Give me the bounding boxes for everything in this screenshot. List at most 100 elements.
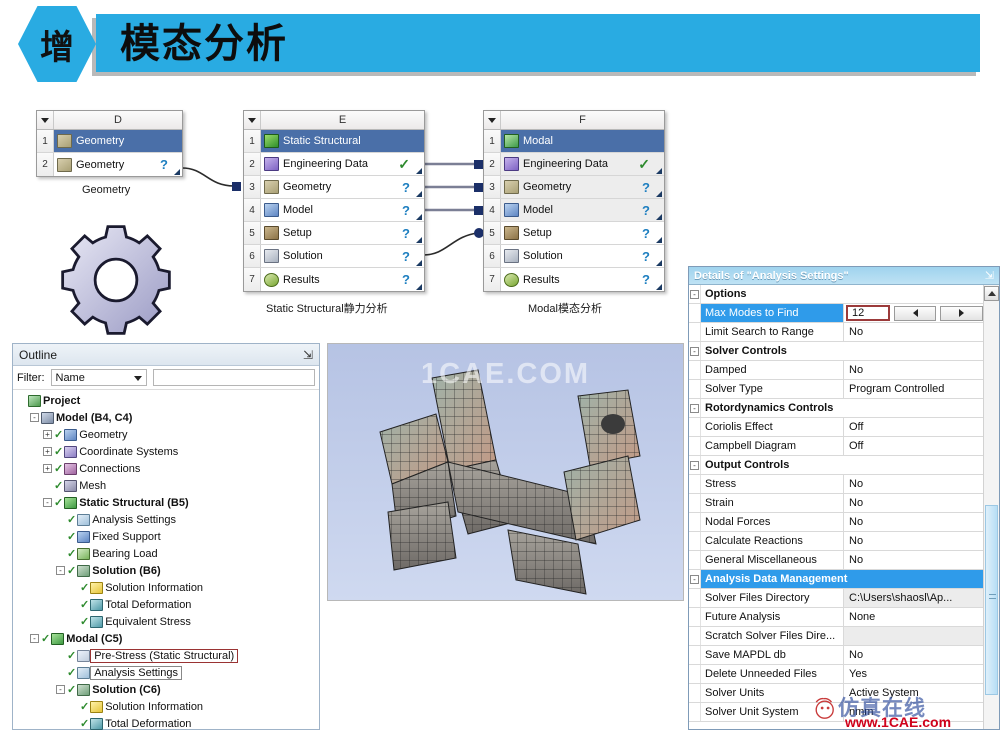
spinner-prev-button[interactable]: [893, 305, 937, 321]
tree-expander[interactable]: -: [30, 634, 39, 643]
scroll-up-button[interactable]: [984, 286, 999, 301]
details-value[interactable]: No: [844, 532, 983, 550]
system-F-menu-caret[interactable]: [484, 111, 501, 129]
tree-item-solution-information[interactable]: ✓ Solution Information: [15, 579, 319, 596]
details-scrollbar[interactable]: [983, 285, 999, 729]
tree-item-equivalent-stress[interactable]: ✓ Equivalent Stress: [15, 613, 319, 630]
details-row-max-modes-to-find[interactable]: Max Modes to Find 12: [689, 304, 983, 323]
details-row-options[interactable]: - Options: [689, 285, 983, 304]
system-E-row-4[interactable]: 4 Model ?: [244, 199, 424, 222]
tree-expander[interactable]: -: [56, 685, 65, 694]
tree-item-solution-b6[interactable]: - ✓ Solution (B6): [15, 562, 319, 579]
tree-item-analysis-settings[interactable]: ✓ Analysis Settings: [15, 511, 319, 528]
system-D-row-1[interactable]: 1 Geometry: [37, 130, 182, 153]
system-F-row-4[interactable]: 4 Model ?: [484, 199, 664, 222]
max-modes-input[interactable]: 12: [846, 305, 890, 321]
details-value[interactable]: Yes: [844, 665, 983, 683]
tree-item-pre-stress-static-structural[interactable]: ✓ Pre-Stress (Static Structural): [15, 647, 319, 664]
group-expander[interactable]: -: [690, 346, 699, 356]
system-F-row-6[interactable]: 6 Solution ?: [484, 245, 664, 268]
pin-icon[interactable]: ⇲: [303, 348, 313, 362]
tree-expander[interactable]: -: [30, 413, 39, 422]
details-row-general-miscellaneous[interactable]: General Miscellaneous No: [689, 551, 983, 570]
tree-item-bearing-load[interactable]: ✓ Bearing Load: [15, 545, 319, 562]
filter-input[interactable]: [152, 369, 315, 386]
tree-expander[interactable]: -: [43, 498, 52, 507]
details-row-damped[interactable]: Damped No: [689, 361, 983, 380]
tree-item-modal-c5[interactable]: - ✓ Modal (C5): [15, 630, 319, 647]
group-expander[interactable]: -: [690, 403, 699, 413]
details-value[interactable]: No: [844, 494, 983, 512]
details-value[interactable]: [844, 627, 983, 645]
tree-item-mesh[interactable]: ✓ Mesh: [15, 477, 319, 494]
system-F-row-2[interactable]: 2 Engineering Data ✓: [484, 153, 664, 176]
details-row-limit-search-to-range[interactable]: Limit Search to Range No: [689, 323, 983, 342]
details-row-future-analysis[interactable]: Future Analysis None: [689, 608, 983, 627]
tree-expander[interactable]: +: [43, 447, 52, 456]
tree-item-coordinate-systems[interactable]: + ✓ Coordinate Systems: [15, 443, 319, 460]
system-F-row-3[interactable]: 3 Geometry ?: [484, 176, 664, 199]
system-E-menu-caret[interactable]: [244, 111, 261, 129]
details-value[interactable]: No: [844, 513, 983, 531]
details-value[interactable]: No: [844, 323, 983, 341]
tree-item-solution-information[interactable]: ✓ Solution Information: [15, 698, 319, 715]
system-E[interactable]: E 1 Static Structural 2 Engineering Data…: [243, 110, 425, 292]
filter-select[interactable]: Name: [50, 369, 147, 386]
tree-expander[interactable]: +: [43, 430, 52, 439]
details-value[interactable]: No: [844, 475, 983, 493]
tree-expander[interactable]: -: [56, 566, 65, 575]
tree-item-model-b4-c4[interactable]: - Model (B4, C4): [15, 409, 319, 426]
group-expander[interactable]: -: [690, 574, 699, 584]
details-row-solver-controls[interactable]: - Solver Controls: [689, 342, 983, 361]
details-value[interactable]: Program Controlled: [844, 380, 983, 398]
system-E-row-7[interactable]: 7 Results ?: [244, 268, 424, 291]
details-row-campbell-diagram[interactable]: Campbell Diagram Off: [689, 437, 983, 456]
tree-item-geometry[interactable]: + ✓ Geometry: [15, 426, 319, 443]
system-F-row-7[interactable]: 7 Results ?: [484, 268, 664, 291]
tree-item-static-structural-b5[interactable]: - ✓ Static Structural (B5): [15, 494, 319, 511]
details-row-output-controls[interactable]: - Output Controls: [689, 456, 983, 475]
system-E-row-3[interactable]: 3 Geometry ?: [244, 176, 424, 199]
system-F[interactable]: F 1 Modal 2 Engineering Data ✓ 3 Geometr…: [483, 110, 665, 292]
details-value[interactable]: No: [844, 646, 983, 664]
details-value[interactable]: No: [844, 551, 983, 569]
details-row-strain[interactable]: Strain No: [689, 494, 983, 513]
system-E-row-1[interactable]: 1 Static Structural: [244, 130, 424, 153]
scrollbar-thumb[interactable]: [985, 505, 998, 695]
details-row-calculate-reactions[interactable]: Calculate Reactions No: [689, 532, 983, 551]
spinner-next-button[interactable]: [940, 305, 983, 321]
details-row-coriolis-effect[interactable]: Coriolis Effect Off: [689, 418, 983, 437]
system-D-menu-caret[interactable]: [37, 111, 54, 129]
system-F-row-1[interactable]: 1 Modal: [484, 130, 664, 153]
tree-item-solution-c6[interactable]: - ✓ Solution (C6): [15, 681, 319, 698]
tree-item-total-deformation[interactable]: ✓ Total Deformation: [15, 715, 319, 732]
details-value[interactable]: No: [844, 361, 983, 379]
tree-item-connections[interactable]: + ✓ Connections: [15, 460, 319, 477]
tree-item-total-deformation[interactable]: ✓ Total Deformation: [15, 596, 319, 613]
details-value[interactable]: None: [844, 608, 983, 626]
tree-expander[interactable]: +: [43, 464, 52, 473]
system-D-row-2[interactable]: 2 Geometry ?: [37, 153, 182, 176]
details-row-solver-files-directory[interactable]: Solver Files Directory C:\Users\shaosl\Ap…: [689, 589, 983, 608]
group-expander[interactable]: -: [690, 460, 699, 470]
details-row-delete-unneeded-files[interactable]: Delete Unneeded Files Yes: [689, 665, 983, 684]
details-value[interactable]: 12: [844, 304, 983, 322]
details-row-solver-type[interactable]: Solver Type Program Controlled: [689, 380, 983, 399]
details-value[interactable]: Off: [844, 418, 983, 436]
system-E-row-2[interactable]: 2 Engineering Data ✓: [244, 153, 424, 176]
group-expander[interactable]: -: [690, 289, 699, 299]
details-row-scratch-solver-files-dire[interactable]: Scratch Solver Files Dire...: [689, 627, 983, 646]
details-value[interactable]: Off: [844, 437, 983, 455]
graphics-viewport[interactable]: 1CAE.COM: [327, 343, 684, 601]
tree-item-fixed-support[interactable]: ✓ Fixed Support: [15, 528, 319, 545]
details-row-rotordynamics-controls[interactable]: - Rotordynamics Controls: [689, 399, 983, 418]
system-E-row-6[interactable]: 6 Solution ?: [244, 245, 424, 268]
system-F-row-5[interactable]: 5 Setup ?: [484, 222, 664, 245]
tree-item-project[interactable]: Project: [15, 392, 319, 409]
system-D[interactable]: D 1 Geometry 2 Geometry ?: [36, 110, 183, 177]
pin-icon[interactable]: ⇲: [985, 269, 994, 282]
system-E-row-5[interactable]: 5 Setup ?: [244, 222, 424, 245]
details-row-stress[interactable]: Stress No: [689, 475, 983, 494]
details-row-save-mapdl-db[interactable]: Save MAPDL db No: [689, 646, 983, 665]
details-value[interactable]: C:\Users\shaosl\Ap...: [844, 589, 983, 607]
